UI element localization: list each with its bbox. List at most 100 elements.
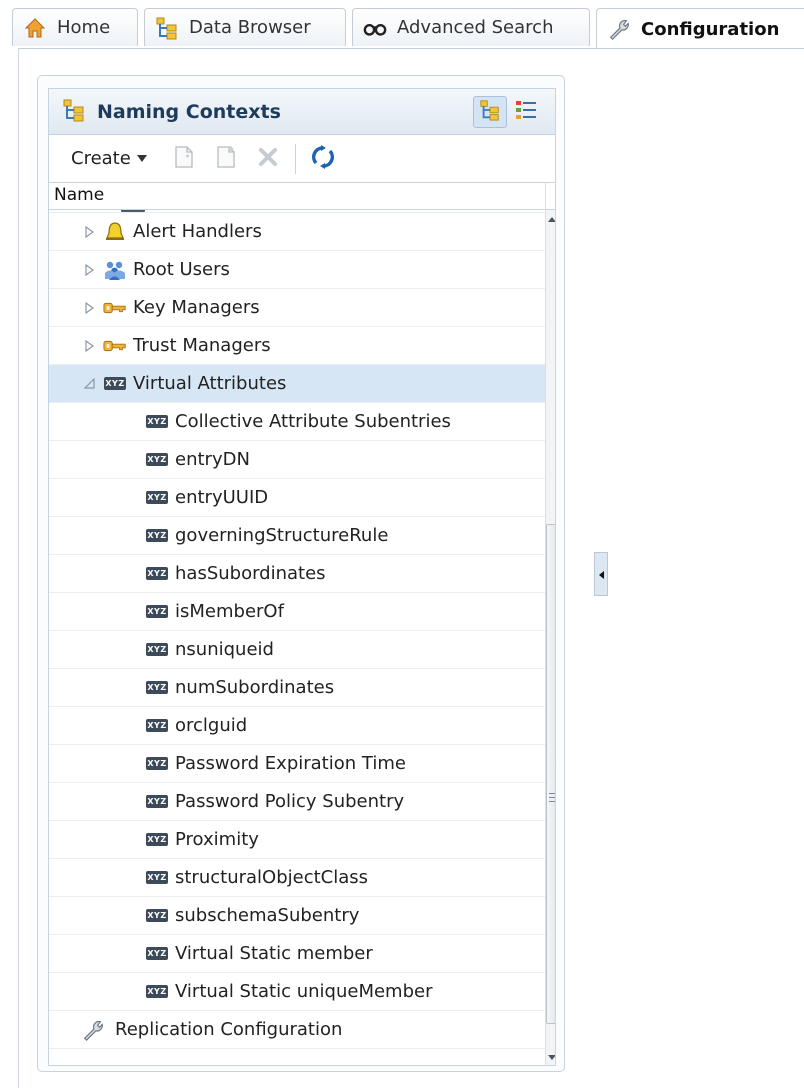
xyz-icon: XYZ — [145, 563, 169, 585]
tree-row-orclguid[interactable]: XYZ orclguid — [49, 707, 545, 745]
scroll-down-arrow-icon[interactable] — [547, 1050, 555, 1064]
toolbar-separator — [294, 143, 296, 174]
tab-bar: Home Data Browser Advanced Search Config… — [12, 8, 804, 49]
tree-row-label: entryUUID — [175, 487, 269, 508]
tree-row-trust-managers[interactable]: Trust Managers — [49, 327, 545, 365]
name-column-header[interactable]: Name — [54, 185, 104, 205]
tree-column-header: Name — [48, 182, 556, 211]
create-menu-button[interactable]: Create — [71, 148, 147, 169]
delete-icon — [257, 146, 279, 172]
refresh-button[interactable] — [308, 144, 338, 174]
expand-triangle-icon[interactable] — [83, 263, 95, 276]
home-icon — [23, 16, 47, 40]
xyz-icon-text: XYZ — [146, 719, 168, 732]
panel-title: Naming Contexts — [97, 100, 281, 123]
key-icon — [103, 297, 127, 319]
splitter-collapse-handle[interactable] — [594, 552, 608, 596]
xyz-icon-text: XYZ — [146, 871, 168, 884]
tree-row-numsubordinates[interactable]: XYZ numSubordinates — [49, 669, 545, 707]
list-view-button[interactable] — [509, 96, 543, 128]
scrollbar-thumb[interactable] — [546, 524, 555, 1024]
tree-row-label: Collective Attribute Subentries — [175, 411, 451, 432]
tree-row-label: Key Managers — [133, 297, 260, 318]
create-label: Create — [71, 148, 131, 169]
glasses-icon — [363, 16, 387, 40]
tree-row-label: Root Users — [133, 259, 230, 280]
tree-row-governingstructurerule[interactable]: XYZ governingStructureRule — [49, 517, 545, 555]
tab-label: Home — [57, 17, 111, 38]
refresh-icon — [310, 144, 336, 174]
tree-row-nsuniqueid[interactable]: XYZ nsuniqueid — [49, 631, 545, 669]
naming-contexts-panel: Naming Contexts Create Name Alert Handle… — [37, 75, 565, 1072]
tree-row-virtual-static-member[interactable]: XYZ Virtual Static member — [49, 935, 545, 973]
expand-triangle-icon[interactable] — [83, 225, 95, 238]
xyz-icon: XYZ — [145, 601, 169, 623]
tree-row-virtual-static-uniquemember[interactable]: XYZ Virtual Static uniqueMember — [49, 973, 545, 1011]
tree-row-virtual-attributes[interactable]: XYZ Virtual Attributes — [49, 365, 545, 403]
new-from-entry-button[interactable] — [211, 144, 241, 174]
tree-row-label: Virtual Static member — [175, 943, 373, 964]
tree-row-proximity[interactable]: XYZ Proximity — [49, 821, 545, 859]
tab-label: Data Browser — [189, 17, 311, 38]
tree-row-alert-handlers[interactable]: Alert Handlers — [49, 213, 545, 251]
tree-row-hassubordinates[interactable]: XYZ hasSubordinates — [49, 555, 545, 593]
xyz-icon-text: XYZ — [146, 643, 168, 656]
tree-view-icon — [478, 99, 502, 125]
xyz-icon: XYZ — [145, 791, 169, 813]
xyz-icon-text: XYZ — [146, 605, 168, 618]
xyz-icon-text: XYZ — [146, 833, 168, 846]
tree-view-button[interactable] — [473, 96, 507, 128]
new-entry-button[interactable] — [169, 144, 199, 174]
tree-row-subschemasubentry[interactable]: XYZ subschemaSubentry — [49, 897, 545, 935]
xyz-icon-text: XYZ — [146, 795, 168, 808]
tree-row-password-policy-subentry[interactable]: XYZ Password Policy Subentry — [49, 783, 545, 821]
tree-row-structuralobjectclass[interactable]: XYZ structuralObjectClass — [49, 859, 545, 897]
scroll-up-arrow-icon[interactable] — [547, 212, 555, 226]
tree-row-password-expiration-time[interactable]: XYZ Password Expiration Time — [49, 745, 545, 783]
xyz-icon-text: XYZ — [146, 909, 168, 922]
tree-row-label: subschemaSubentry — [175, 905, 360, 926]
tree-row-entryuuid[interactable]: XYZ entryUUID — [49, 479, 545, 517]
tree-icon — [155, 16, 179, 40]
tree-row-replication-configuration[interactable]: Replication Configuration — [49, 1011, 545, 1049]
tree-row-label: nsuniqueid — [175, 639, 274, 660]
tree-row-label: Trust Managers — [133, 335, 271, 356]
tab-data-browser[interactable]: Data Browser — [144, 8, 346, 46]
expand-triangle-icon[interactable] — [83, 301, 95, 314]
xyz-icon: XYZ — [103, 373, 127, 395]
scrollbar-grip-icon — [549, 793, 555, 805]
column-divider — [545, 183, 546, 211]
xyz-icon-text: XYZ — [146, 947, 168, 960]
tree-row-collective-attribute-subentries[interactable]: XYZ Collective Attribute Subentries — [49, 403, 545, 441]
tab-advanced-search[interactable]: Advanced Search — [352, 8, 590, 46]
tree-row-label: structuralObjectClass — [175, 867, 369, 888]
bell-icon — [103, 221, 127, 243]
chevron-down-icon — [136, 155, 147, 162]
xyz-icon: XYZ — [145, 905, 169, 927]
xyz-icon-text: XYZ — [146, 681, 168, 694]
tree-row-label: entryDN — [175, 449, 250, 470]
tree-row-label: Password Expiration Time — [175, 753, 406, 774]
tree-row-label: numSubordinates — [175, 677, 335, 698]
xyz-icon-text: XYZ — [146, 529, 168, 542]
tab-home[interactable]: Home — [12, 8, 138, 46]
xyz-icon-text: XYZ — [146, 491, 168, 504]
delete-button[interactable] — [253, 144, 283, 174]
naming-context-tree: Alert Handlers Root Users Key Managers T… — [48, 210, 556, 1066]
users-icon — [103, 259, 127, 281]
tab-label: Advanced Search — [397, 17, 554, 38]
tree-row-ismemberof[interactable]: XYZ isMemberOf — [49, 593, 545, 631]
tab-configuration[interactable]: Configuration — [596, 8, 804, 49]
tree-row-entrydn[interactable]: XYZ entryDN — [49, 441, 545, 479]
tab-underline — [18, 48, 804, 49]
xyz-icon: XYZ — [145, 829, 169, 851]
tree-row-root-users[interactable]: Root Users — [49, 251, 545, 289]
collapse-triangle-icon[interactable] — [83, 378, 95, 390]
tree-row-key-managers[interactable]: Key Managers — [49, 289, 545, 327]
content-frame-border — [18, 48, 19, 1088]
tree-row-label: Replication Configuration — [115, 1019, 343, 1040]
expand-triangle-icon[interactable] — [83, 339, 95, 352]
xyz-icon: XYZ — [145, 449, 169, 471]
xyz-icon: XYZ — [145, 487, 169, 509]
tree-vertical-scrollbar[interactable] — [545, 210, 555, 1065]
